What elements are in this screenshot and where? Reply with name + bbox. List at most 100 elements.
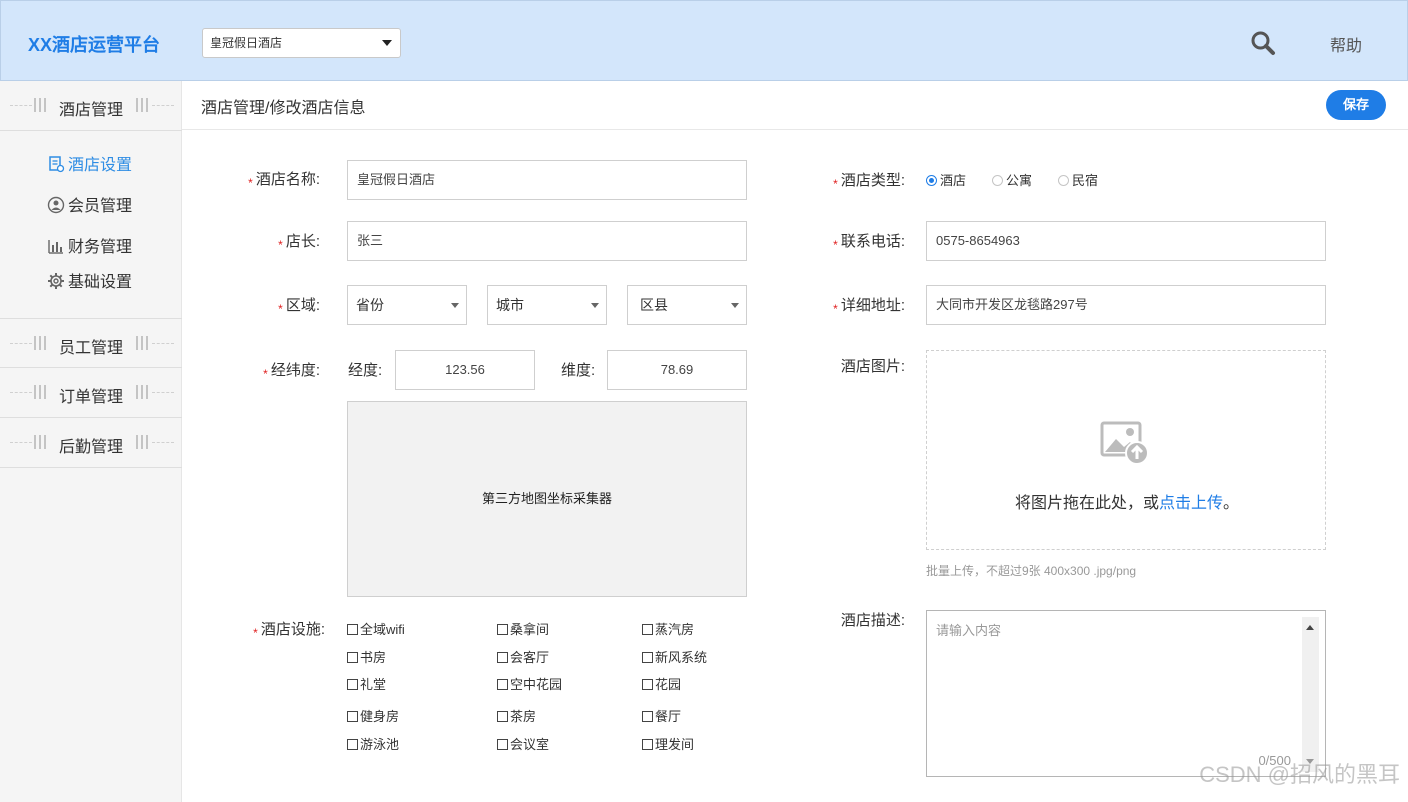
sidebar-item-hotel-settings[interactable]: 酒店设置 [47,155,132,177]
description-textarea[interactable]: 请输入内容 0/500 [926,610,1326,777]
checkbox-icon [497,711,508,722]
sidebar-group-logistics[interactable]: 后勤管理 [0,418,182,468]
textarea-scrollbar[interactable] [1302,617,1319,772]
checkbox-icon [497,624,508,635]
checkbox-icon [642,679,653,690]
top-header: XX酒店运营平台 皇冠假日酒店 帮助 [0,0,1408,81]
checkbox-icon [347,652,358,663]
bars-icon [136,336,150,350]
facilities-label: * 酒店设施: [253,621,325,640]
facility-checkbox[interactable]: 会客厅 [497,647,549,666]
checkbox-icon [347,711,358,722]
hotel-name-label: * 酒店名称: [248,171,320,190]
checkbox-icon [642,652,653,663]
facility-checkbox[interactable]: 礼堂 [347,674,386,693]
hotel-type-label: * 酒店类型: [833,172,905,191]
breadcrumb: 酒店管理/修改酒店信息 [201,100,366,117]
bars-icon [34,336,48,350]
facility-checkbox[interactable]: 空中花园 [497,674,562,693]
divider [182,129,1408,130]
sidebar-group-staff[interactable]: 员工管理 [0,318,182,368]
image-upload-dropzone[interactable]: 将图片拖在此处，或点击上传。 [926,350,1326,550]
district-select[interactable]: 区县 [627,285,747,325]
hotel-settings-icon [49,156,65,173]
hotel-image-label: 酒店图片: [840,358,905,375]
facility-checkbox[interactable]: 全域wifi [347,619,405,638]
manager-label: * 店长: [278,233,320,252]
facility-checkbox[interactable]: 游泳池 [347,734,399,753]
sidebar-group-orders[interactable]: 订单管理 [0,368,182,418]
upload-hint: 批量上传，不超过9张 400x300 .jpg/png [926,564,1137,578]
radio-apartment[interactable]: 公寓 [992,170,1032,189]
sidebar-group-title: 员工管理 [59,340,124,357]
sidebar-item-members[interactable]: 会员管理 [47,196,132,218]
checkbox-icon [497,739,508,750]
facility-checkbox[interactable]: 蒸汽房 [642,619,694,638]
checkbox-icon [347,679,358,690]
sidebar-item-finance[interactable]: 财务管理 [47,237,132,259]
map-coordinate-picker[interactable]: 第三方地图坐标采集器 [347,401,747,597]
facility-checkbox[interactable]: 书房 [347,647,386,666]
checkbox-icon [642,711,653,722]
latitude-input[interactable]: 78.69 [607,350,747,390]
province-select[interactable]: 省份 [347,285,467,325]
facility-checkbox[interactable]: 理发间 [642,734,694,753]
help-link[interactable]: 帮助 [1330,32,1362,56]
sidebar-group-hotel[interactable]: 酒店管理 [0,81,182,131]
facility-checkbox[interactable]: 健身房 [347,706,399,725]
bars-icon [136,385,150,399]
sidebar-group-title: 订单管理 [59,389,124,406]
sidebar-group-title: 酒店管理 [59,102,124,119]
app-logo: XX酒店运营平台 [28,35,161,55]
bars-icon [34,435,48,449]
checkbox-icon [347,624,358,635]
checkbox-icon [497,652,508,663]
manager-input[interactable]: 张三 [347,221,747,261]
latitude-label: 维度: [561,362,596,379]
sidebar-item-basic-settings[interactable]: 基础设置 [47,272,132,294]
phone-input[interactable]: 0575-8654963 [926,221,1326,261]
city-select[interactable]: 城市 [487,285,607,325]
image-upload-icon [1100,421,1149,465]
finance-chart-icon [48,240,63,254]
bars-icon [136,435,150,449]
caret-down-icon [731,303,739,308]
facility-checkbox[interactable]: 花园 [642,674,681,693]
facility-checkbox[interactable]: 桑拿间 [497,619,549,638]
facility-checkbox[interactable]: 会议室 [497,734,549,753]
search-icon[interactable] [1250,30,1276,56]
gear-icon [48,273,64,289]
facility-checkbox[interactable]: 新风系统 [642,647,707,666]
bars-icon [34,385,48,399]
address-input[interactable]: 大同市开发区龙毯路297号 [926,285,1326,325]
save-button[interactable]: 保存 [1326,90,1386,120]
facility-checkbox[interactable]: 茶房 [497,706,536,725]
description-placeholder: 请输入内容 [936,623,1002,638]
caret-down-icon [451,303,459,308]
description-label: 酒店描述: [840,612,905,629]
longitude-input[interactable]: 123.56 [395,350,535,390]
checkbox-icon [347,739,358,750]
sidebar: 酒店管理 酒店设置 会员管理 财务管理 基础设置 员工管理 订单管理 后勤管理 [0,81,182,802]
watermark: CSDN @招风的黑耳 [1199,762,1400,787]
checkbox-icon [642,739,653,750]
caret-down-icon [382,40,392,46]
hotel-select-value: 皇冠假日酒店 [210,36,283,50]
phone-label: * 联系电话: [833,233,905,252]
radio-homestay[interactable]: 民宿 [1058,170,1098,189]
bars-icon [34,98,48,112]
hotel-name-input[interactable]: 皇冠假日酒店 [347,160,747,200]
checkbox-icon [497,679,508,690]
upload-link[interactable]: 点击上传 [1159,495,1223,512]
region-label: * 区域: [278,297,320,316]
checkbox-icon [642,624,653,635]
coordinates-label: * 经纬度: [263,362,320,381]
upload-text: 将图片拖在此处，或点击上传。 [1014,495,1240,512]
scroll-up-icon[interactable] [1306,625,1314,630]
radio-unchecked-icon [992,175,1003,186]
radio-checked-icon [926,175,937,186]
hotel-select[interactable]: 皇冠假日酒店 [202,28,401,58]
facility-checkbox[interactable]: 餐厅 [642,706,681,725]
radio-hotel[interactable]: 酒店 [926,170,966,189]
address-label: * 详细地址: [833,297,905,316]
